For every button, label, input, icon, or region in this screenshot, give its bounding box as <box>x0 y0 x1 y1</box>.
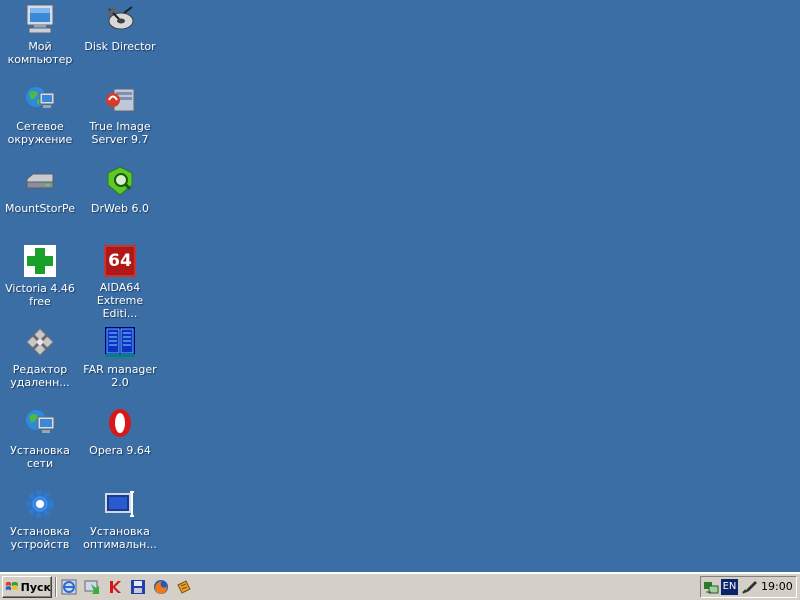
desktop-icon-mountstorpe[interactable]: MountStorPe <box>0 164 80 240</box>
victoria-icon <box>23 244 57 278</box>
quicklaunch-download[interactable] <box>83 578 101 596</box>
disk-director-icon <box>103 2 137 36</box>
desktop-icon-far-manager[interactable]: FAR manager 2.0 <box>80 325 160 401</box>
desktop-icon-label: Сетевое окружение <box>7 120 73 146</box>
tray-clock[interactable]: 19:00 <box>761 580 793 593</box>
quicklaunch-toolbox[interactable] <box>175 578 193 596</box>
pen-tray-icon <box>742 581 757 594</box>
my-computer-icon <box>23 2 57 36</box>
quicklaunch-ie[interactable] <box>60 578 78 596</box>
desktop-icon-label: Установка оптимальн... <box>83 525 157 551</box>
desktop-icon-network-places[interactable]: Сетевое окружение <box>0 82 80 158</box>
desktop-icon-label: MountStorPe <box>4 202 76 215</box>
desktop-icon-display-setup[interactable]: Установка оптимальн... <box>80 487 160 563</box>
tray-utility[interactable] <box>741 579 757 595</box>
network-places-icon <box>23 82 57 116</box>
desktop-icon-label: Opera 9.64 <box>89 444 151 457</box>
desktop-icon-label: AIDA64 Extreme Editi... <box>96 281 144 320</box>
system-tray: EN 19:00 <box>700 576 797 598</box>
start-label: Пуск <box>20 580 51 594</box>
taskbar: Пуск EN 19:00 <box>0 572 800 600</box>
desktop-icon-disk-director[interactable]: Disk Director <box>80 2 160 78</box>
desktop-icon-network-setup[interactable]: Установка сети <box>0 406 80 482</box>
drive-icon <box>23 164 57 198</box>
kaspersky-icon <box>110 581 121 593</box>
desktop-icon-true-image[interactable]: True Image Server 9.7 <box>80 82 160 158</box>
drweb-icon <box>103 164 137 198</box>
desktop-icon-label: True Image Server 9.7 <box>89 120 151 146</box>
language-indicator[interactable]: EN <box>721 579 738 595</box>
desktop-icon-label: Мой компьютер <box>7 40 73 66</box>
toolbox-icon <box>177 580 191 594</box>
opera-icon <box>103 406 137 440</box>
desktop-icon-device-setup[interactable]: Установка устройств <box>0 487 80 563</box>
true-image-icon <box>103 82 137 116</box>
download-icon <box>84 580 99 594</box>
network-tray-icon <box>704 582 719 594</box>
desktop-icon-victoria[interactable]: Victoria 4.46 free <box>0 244 80 320</box>
desktop-icon-label: Установка устройств <box>10 525 70 551</box>
aida64-badge: 64 <box>108 250 132 271</box>
desktop-icon-aida64[interactable]: 64 AIDA64 Extreme Editi... <box>80 244 160 320</box>
desktop-icon-label: DrWeb 6.0 <box>91 202 149 215</box>
desktop-icon-label: Victoria 4.46 free <box>5 282 75 308</box>
desktop-icon-label: FAR manager 2.0 <box>83 363 157 389</box>
desktop-icon-label: Редактор удаленн... <box>10 363 70 389</box>
desktop-icon-label: Disk Director <box>84 40 156 53</box>
firefox-icon <box>154 580 168 594</box>
aida64-icon: 64 <box>103 244 137 277</box>
start-button[interactable]: Пуск <box>2 576 52 598</box>
ie-icon <box>61 579 77 595</box>
save-icon <box>131 580 145 594</box>
quicklaunch-firefox[interactable] <box>152 578 170 596</box>
desktop-icon-my-computer[interactable]: Мой компьютер <box>0 2 80 78</box>
taskbar-separator <box>55 577 57 597</box>
far-manager-icon <box>103 325 137 359</box>
desktop-icon-label: Установка сети <box>10 444 70 470</box>
tray-network[interactable] <box>703 579 719 595</box>
quicklaunch-save[interactable] <box>129 578 147 596</box>
desktop-icon-remote-editor[interactable]: Редактор удаленн... <box>0 325 80 401</box>
device-setup-icon <box>23 487 57 521</box>
desktop-icon-opera[interactable]: Opera 9.64 <box>80 406 160 482</box>
quicklaunch-kaspersky[interactable] <box>106 578 124 596</box>
network-setup-icon <box>23 406 57 440</box>
remote-editor-icon <box>23 325 57 359</box>
desktop: Мой компьютер Сетевое окружение MountSto… <box>0 0 800 572</box>
display-setup-icon <box>103 487 137 521</box>
desktop-icon-drweb[interactable]: DrWeb 6.0 <box>80 164 160 240</box>
windows-flag-icon <box>5 581 18 591</box>
